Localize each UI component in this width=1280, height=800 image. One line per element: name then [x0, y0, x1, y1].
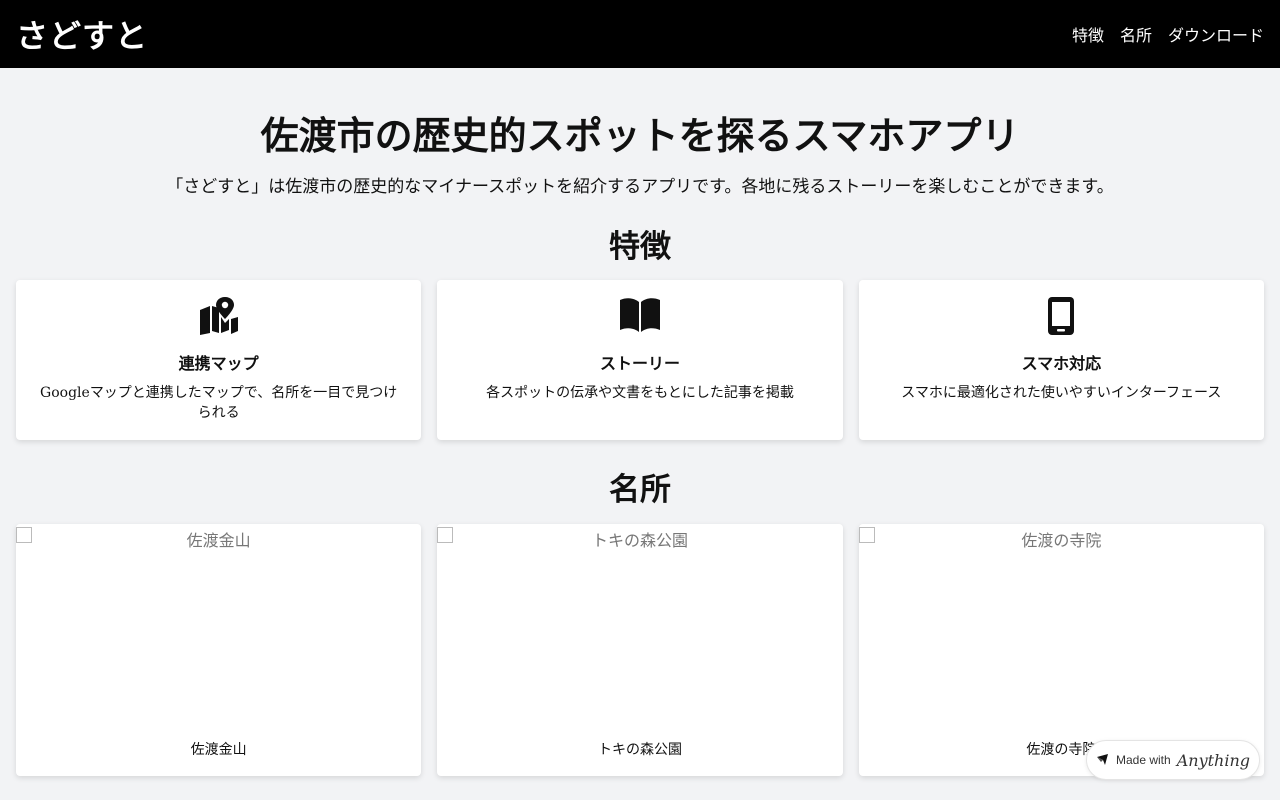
feature-card-story: ストーリー 各スポットの伝承や文書をもとにした記事を掲載: [437, 280, 843, 440]
broken-image-icon: [16, 527, 32, 543]
feature-card-mobile: スマホ対応 スマホに最適化された使いやすいインターフェース: [858, 280, 1264, 440]
spot-name: トキの森公園: [597, 742, 682, 758]
map-location-icon: [16, 297, 421, 335]
feature-title: スマホ対応: [1021, 354, 1102, 373]
nav-link-features[interactable]: 特徴: [1072, 22, 1104, 46]
book-open-icon: [437, 297, 842, 335]
spot-card[interactable]: 佐渡の寺院 佐渡の寺院: [858, 524, 1264, 776]
spot-image-alt: トキの森公園: [591, 531, 688, 550]
feature-desc: スマホに最適化された使いやすいインターフェース: [901, 385, 1222, 401]
nav-link-spots[interactable]: 名所: [1120, 22, 1152, 46]
spot-image: トキの森公園: [437, 524, 842, 724]
main-nav: 特徴 名所 ダウンロード: [1072, 22, 1264, 46]
spot-card[interactable]: 佐渡金山 佐渡金山: [16, 524, 422, 776]
hero-title: 佐渡市の歴史的スポットを探るスマホアプリ: [260, 114, 1020, 158]
feature-card-map: 連携マップ Googleマップと連携したマップで、名所を一目で見つけられる: [16, 280, 422, 440]
hero-section: 佐渡市の歴史的スポットを探るスマホアプリ 「さどすと」は佐渡市の歴史的なマイナー…: [0, 68, 1280, 199]
spot-image-alt: 佐渡の寺院: [1021, 531, 1102, 550]
features-heading: 特徴: [609, 229, 671, 265]
spot-image: 佐渡の寺院: [858, 524, 1264, 724]
feature-title: ストーリー: [599, 354, 680, 373]
spot-image-alt: 佐渡金山: [186, 531, 251, 550]
feature-title: 連携マップ: [178, 354, 259, 373]
features-grid: 連携マップ Googleマップと連携したマップで、名所を一目で見つけられる スト…: [0, 280, 1280, 440]
made-with-text: Made with: [1116, 753, 1171, 767]
feature-desc: Googleマップと連携したマップで、名所を一目で見つけられる: [40, 385, 398, 421]
spot-name: 佐渡金山: [190, 742, 247, 758]
anything-logo-icon: [1097, 754, 1108, 765]
nav-link-download[interactable]: ダウンロード: [1168, 22, 1264, 46]
spot-image: 佐渡金山: [16, 524, 421, 724]
hero-subtitle: 「さどすと」は佐渡市の歴史的なマイナースポットを紹介するアプリです。各地に残るス…: [166, 177, 1114, 197]
broken-image-icon: [858, 527, 875, 543]
feature-desc: 各スポットの伝承や文書をもとにした記事を掲載: [486, 385, 794, 401]
top-navbar: さどすと 特徴 名所 ダウンロード: [0, 0, 1280, 68]
spots-heading: 名所: [609, 472, 671, 508]
broken-image-icon: [437, 527, 454, 543]
made-with-brand: Anything: [1176, 750, 1250, 770]
spots-grid: 佐渡金山 佐渡金山 トキの森公園 トキの森公園 佐渡の寺院 佐渡の寺院: [0, 524, 1280, 776]
smartphone-icon: [859, 297, 1264, 335]
made-with-badge[interactable]: Made with Anything: [1086, 740, 1260, 780]
spot-card[interactable]: トキの森公園 トキの森公園: [437, 524, 843, 776]
brand-logo[interactable]: さどすと: [16, 11, 148, 57]
